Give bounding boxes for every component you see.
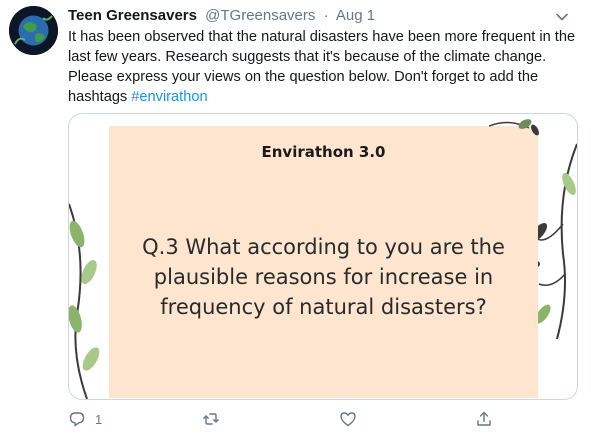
share-icon — [477, 411, 491, 426]
card-title: Envirathon 3.0 — [261, 143, 386, 161]
user-handle[interactable]: @TGreensavers — [205, 7, 315, 24]
reply-icon — [69, 412, 85, 427]
retweet-button[interactable] — [202, 408, 229, 430]
tweet-date[interactable]: Aug 1 — [336, 7, 375, 24]
hashtag-link[interactable]: #envirathon — [131, 89, 207, 105]
question-card: Envirathon 3.0 Q.3 What according to you… — [109, 126, 538, 398]
like-button[interactable] — [339, 408, 366, 430]
avatar-earth-image — [9, 6, 58, 55]
avatar[interactable] — [9, 6, 58, 55]
reply-count: 1 — [95, 411, 103, 427]
like-icon — [340, 412, 356, 427]
tweet-media[interactable]: Envirathon 3.0 Q.3 What according to you… — [68, 113, 578, 400]
leaves-top-decoration — [489, 119, 539, 136]
share-button[interactable] — [475, 408, 493, 430]
display-name[interactable]: Teen Greensavers — [68, 7, 197, 24]
card-question: Q.3 What according to you are the plausi… — [142, 235, 505, 319]
caret-down-icon[interactable] — [555, 10, 569, 24]
tweet-header: Teen Greensavers @TGreensavers · Aug 1 — [68, 6, 571, 26]
retweet-icon — [203, 413, 219, 425]
reply-button[interactable]: 1 — [68, 408, 102, 430]
tweet-actions: 1 — [68, 408, 498, 430]
separator-dot: · — [323, 7, 329, 24]
tweet-text: It has been observed that the natural di… — [68, 27, 578, 107]
